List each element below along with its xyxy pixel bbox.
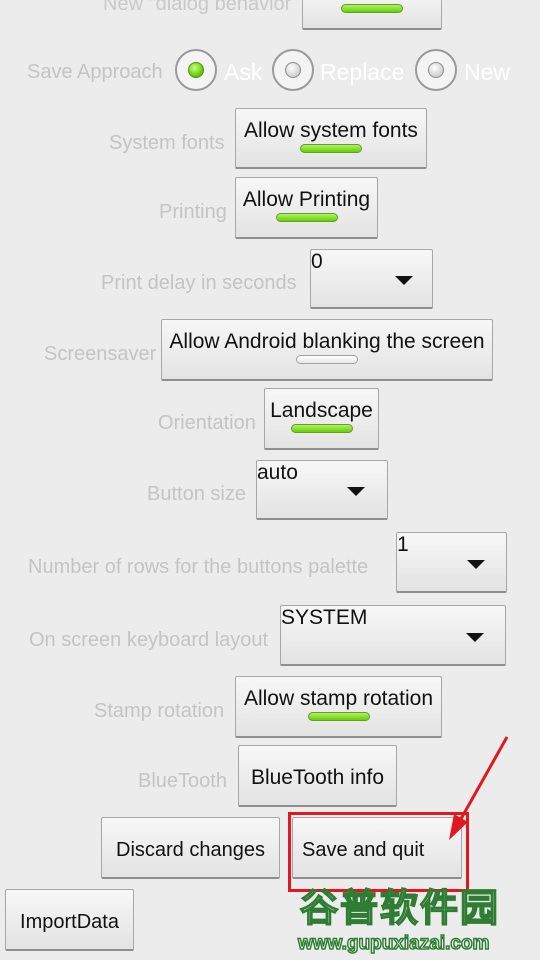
watermark-chinese-text: 谷普软件园 <box>299 888 501 930</box>
watermark-logo: 谷普软件园 www.gupuxiazai.com <box>296 886 540 960</box>
watermark-url-text: www.gupuxiazai.com <box>297 933 490 954</box>
annotation-arrow-icon <box>449 736 509 840</box>
